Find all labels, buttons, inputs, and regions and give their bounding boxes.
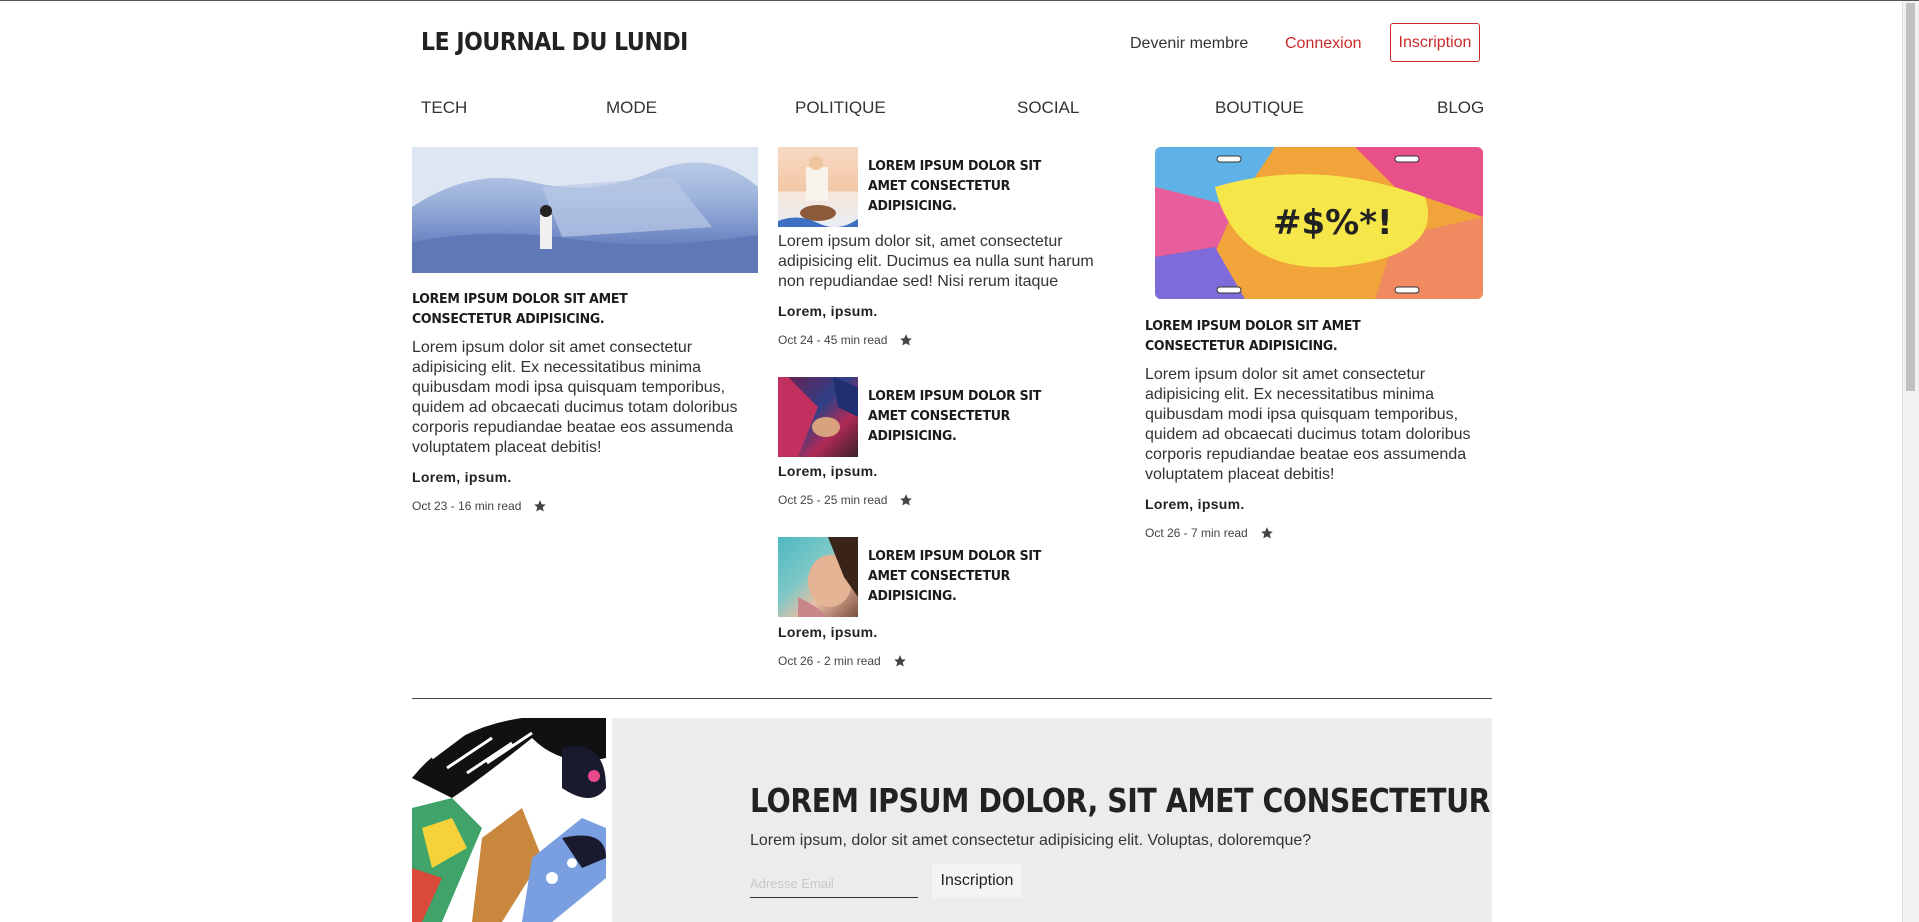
nav-item-tech[interactable]: TECH bbox=[421, 98, 467, 118]
star-icon[interactable] bbox=[533, 499, 547, 513]
vertical-scrollbar[interactable] bbox=[1902, 1, 1919, 922]
nav-item-blog[interactable]: BLOG bbox=[1437, 98, 1484, 118]
article-author: Lorem, ipsum. bbox=[412, 469, 512, 485]
star-icon[interactable] bbox=[899, 333, 913, 347]
login-link[interactable]: Connexion bbox=[1285, 35, 1362, 53]
email-input[interactable] bbox=[750, 869, 918, 898]
article-image-glacier[interactable] bbox=[412, 147, 758, 273]
site-logo[interactable]: LE JOURNAL DU LUNDI bbox=[421, 27, 688, 56]
article-meta: Oct 25 - 25 min read bbox=[778, 493, 888, 507]
article-title[interactable]: Lorem ipsum dolor sit amet consectetur a… bbox=[868, 386, 1073, 446]
article-meta: Oct 26 - 2 min read bbox=[778, 654, 881, 668]
article-title[interactable]: Lorem ipsum dolor sit amet consectetur a… bbox=[868, 546, 1073, 606]
star-icon[interactable] bbox=[893, 654, 907, 668]
article-title[interactable]: Lorem ipsum dolor sit amet consectetur a… bbox=[868, 156, 1073, 216]
nav-item-mode[interactable]: MODE bbox=[606, 98, 657, 118]
promo-illustration bbox=[412, 718, 606, 922]
article-thumbnail[interactable] bbox=[778, 377, 858, 457]
article-meta-row: Oct 23 - 16 min read bbox=[412, 499, 547, 513]
article-excerpt: Lorem ipsum dolor sit amet consectetur a… bbox=[412, 339, 738, 456]
article-author: Lorem, ipsum. bbox=[778, 303, 878, 319]
newsletter-subtitle: Lorem ipsum, dolor sit amet consectetur … bbox=[750, 832, 1312, 849]
become-member-link[interactable]: Devenir membre bbox=[1130, 35, 1248, 53]
article-image-plate[interactable]: #$%*! bbox=[1155, 147, 1483, 299]
plate-text: #$%*! bbox=[1273, 203, 1393, 243]
newsletter-title: LOREM IPSUM DOLOR, SIT AMET CONSECTETUR bbox=[750, 781, 1491, 820]
nav-item-boutique[interactable]: BOUTIQUE bbox=[1215, 98, 1304, 118]
article-title[interactable]: Lorem ipsum dolor sit amet consectetur a… bbox=[412, 289, 728, 329]
star-icon[interactable] bbox=[899, 493, 913, 507]
article-meta-row: Oct 26 - 7 min read bbox=[1145, 526, 1274, 540]
article-meta-row: Oct 26 - 2 min read bbox=[778, 654, 907, 668]
newsletter-signup-button[interactable]: Inscription bbox=[932, 864, 1022, 898]
newsletter-panel bbox=[612, 718, 1492, 922]
article-author: Lorem, ipsum. bbox=[1145, 496, 1245, 512]
article-meta: Oct 24 - 45 min read bbox=[778, 333, 888, 347]
article-meta-row: Oct 24 - 45 min read bbox=[778, 333, 913, 347]
scrollbar-thumb[interactable] bbox=[1906, 3, 1915, 391]
article-excerpt: Lorem ipsum dolor sit amet consectetur a… bbox=[1145, 366, 1471, 483]
article-excerpt: Lorem ipsum dolor sit, amet consectetur … bbox=[778, 233, 1094, 290]
article-author: Lorem, ipsum. bbox=[778, 624, 878, 640]
article-author: Lorem, ipsum. bbox=[778, 463, 878, 479]
article-title[interactable]: Lorem ipsum dolor sit amet consectetur a… bbox=[1145, 316, 1461, 356]
page: LE JOURNAL DU LUNDI Devenir membre Conne… bbox=[0, 1, 1903, 922]
article-meta: Oct 26 - 7 min read bbox=[1145, 526, 1248, 540]
star-icon[interactable] bbox=[1260, 526, 1274, 540]
signup-button[interactable]: Inscription bbox=[1390, 23, 1480, 62]
nav-item-social[interactable]: SOCIAL bbox=[1017, 98, 1079, 118]
section-divider bbox=[412, 698, 1492, 699]
article-thumbnail[interactable] bbox=[778, 537, 858, 617]
article-meta-row: Oct 25 - 25 min read bbox=[778, 493, 913, 507]
article-thumbnail[interactable] bbox=[778, 147, 858, 227]
nav-item-politique[interactable]: POLITIQUE bbox=[795, 98, 886, 118]
article-meta: Oct 23 - 16 min read bbox=[412, 499, 522, 513]
